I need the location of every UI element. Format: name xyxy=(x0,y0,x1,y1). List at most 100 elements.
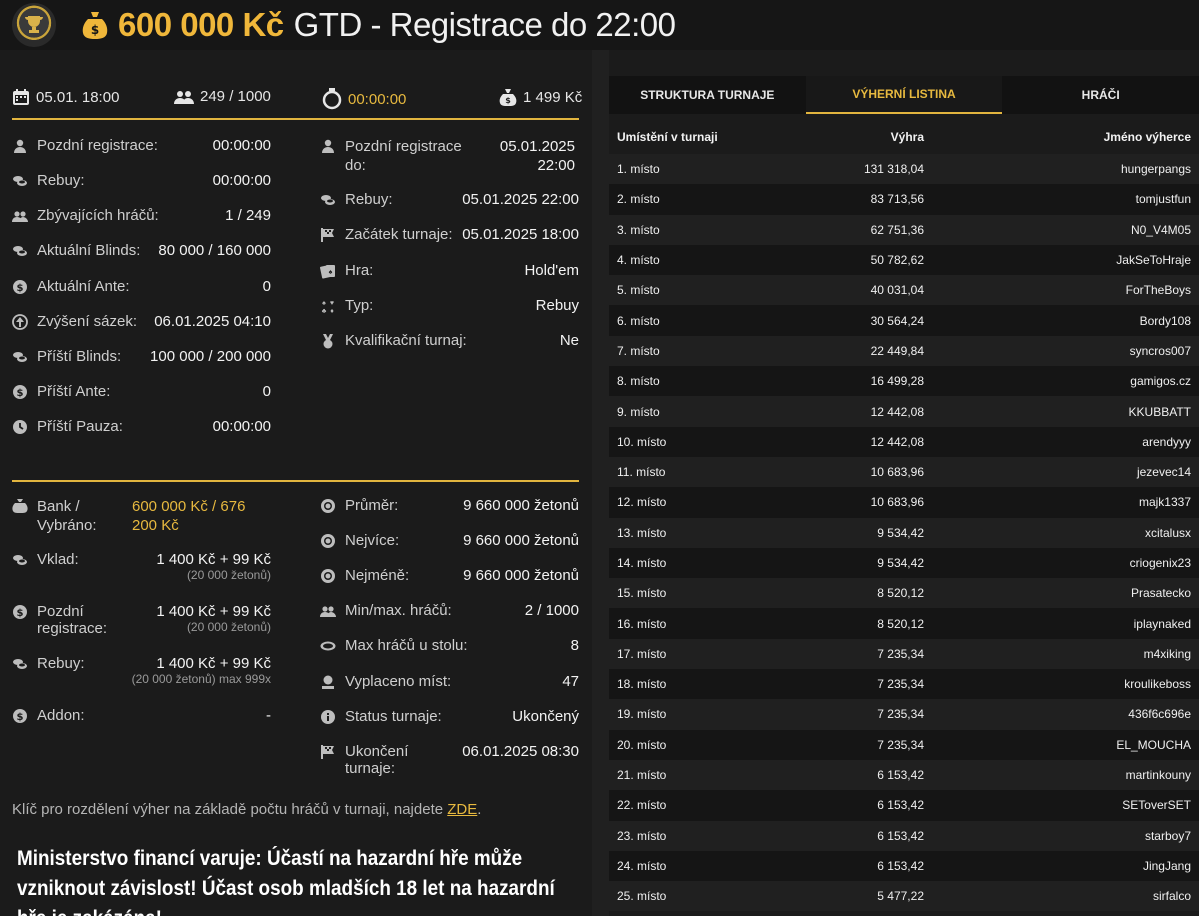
money-bag-icon: $ xyxy=(499,89,517,106)
table-row: 21. místo 6 153,42 martinkouny xyxy=(609,759,1199,791)
prize-cell: 6 153,42 xyxy=(877,858,924,873)
arrow-up-icon xyxy=(12,314,28,330)
tab-structure[interactable]: Struktura turnaje xyxy=(609,76,806,114)
info-row: Zbývajících hráčů: 1 / 249 xyxy=(12,207,271,224)
winner-cell: sirfalco xyxy=(1152,889,1191,904)
chip-icon xyxy=(321,569,335,583)
table-row: 1. místo 131 318,04 hungerpangs xyxy=(609,154,1199,185)
info-label: Vyplaceno míst: xyxy=(345,673,452,690)
info-value-group: 100 000 / 200 000 xyxy=(150,348,271,365)
info-value: 05.01.2025 22:00 xyxy=(462,191,579,208)
prize-cell: 50 782,62 xyxy=(870,253,924,268)
info-row: Rebuy: 05.01.2025 22:00 xyxy=(320,191,579,208)
tournament-info-panel: 05.01. 18:00 249 / 1000 00:00:00 $ 1 499… xyxy=(0,76,592,916)
prize-cell: 7 235,34 xyxy=(877,707,924,722)
place-cell: 15. místo xyxy=(617,586,667,601)
winner-cell: majk1337 xyxy=(1138,495,1191,510)
info-label: Začátek turnaje: xyxy=(345,226,453,243)
info-value-group: Hold'em xyxy=(524,262,579,279)
tab-payouts[interactable]: Výherní listina xyxy=(805,76,1003,114)
table-row: 10. místo 12 442,08 arendyyy xyxy=(609,426,1199,457)
info-label: Příští Blinds: xyxy=(37,348,122,365)
info-row: Ukončení turnaje: 06.01.2025 08:30 xyxy=(320,743,579,777)
info-value: 05.01.2025 18:00 xyxy=(462,226,579,243)
table-row: 9. místo 12 442,08 KKUBBATT xyxy=(609,396,1199,427)
info-label: Addon: xyxy=(37,707,85,724)
place-cell: 5. místo xyxy=(617,283,660,298)
prize-cell: 6 153,42 xyxy=(877,768,924,783)
coins-icon xyxy=(13,176,27,186)
players-count: 249 / 1000 xyxy=(200,88,271,105)
info-value-group: 00:00:00 xyxy=(213,137,271,154)
info-label: Rebuy: xyxy=(37,172,85,189)
place-cell: 7. místo xyxy=(617,343,660,358)
info-row: Začátek turnaje: 05.01.2025 18:00 xyxy=(320,226,579,243)
info-row: Bank / Vybráno: 600 000 Kč / 676 200 Kč xyxy=(12,497,271,535)
info-value: 9 660 000 žetonů xyxy=(463,532,579,549)
prize-cell: 9 534,42 xyxy=(877,556,924,570)
table-row: 18. místo 7 235,34 kroulikeboss xyxy=(609,669,1199,700)
winner-cell: gamigos.cz xyxy=(1130,374,1191,389)
table-header: Umístění v turnaji Výhra Jméno výherce xyxy=(609,122,1199,152)
start-date-stat: 05.01. 18:00 xyxy=(12,88,119,106)
info-row: $ Aktuální Ante: 0 xyxy=(12,278,271,295)
tab-players[interactable]: Hráči xyxy=(1002,76,1199,114)
winner-cell: Bordy108 xyxy=(1139,313,1191,328)
table-row: 20. místo 7 235,34 EL_MOUCHA xyxy=(609,729,1199,760)
info-icon xyxy=(321,710,335,724)
info-value-group: 05.01.2025 22:00 xyxy=(465,137,575,175)
gambling-warning: Ministerstvo financí varuje: Účastí na h… xyxy=(17,847,555,916)
info-row: Pozdní registrace do: 05.01.2025 22:00 xyxy=(320,137,579,175)
table-row: 25. místo 5 477,22 sirfalco xyxy=(609,881,1199,912)
prize-cell: 8 520,12 xyxy=(877,616,924,631)
poker-chip-trophy-icon[interactable] xyxy=(12,3,56,47)
place-cell: 4. místo xyxy=(617,253,660,268)
user-icon xyxy=(14,139,26,153)
info-value-group: Ukončený xyxy=(512,708,579,725)
info-value-group: 06.01.2025 08:30 xyxy=(462,743,579,777)
prize-cell: 16 499,28 xyxy=(870,374,924,389)
winner-cell: martinkouny xyxy=(1125,768,1191,783)
info-value: 100 000 / 200 000 xyxy=(150,348,271,365)
info-label: Průměr: xyxy=(345,497,399,514)
info-value-group: - xyxy=(266,707,271,724)
info-value-group: 9 660 000 žetonů xyxy=(463,532,579,549)
info-row: Kvalifikační turnaj: Ne xyxy=(320,332,579,349)
flag-icon xyxy=(321,745,334,759)
dollar-icon: $ xyxy=(13,605,27,619)
table-icon xyxy=(320,641,336,651)
info-row: Max hráčů u stolu: 8 xyxy=(320,637,579,654)
timer-value: 00:00:00 xyxy=(348,90,407,108)
winner-cell: hungerpangs xyxy=(1120,162,1191,177)
payout-key-link[interactable]: ZDE xyxy=(447,801,477,818)
prize-cell: 12 442,08 xyxy=(870,434,924,449)
place-cell: 24. místo xyxy=(617,858,667,873)
svg-text:♦: ♦ xyxy=(330,308,334,314)
info-value-group: Ne xyxy=(560,332,579,349)
table-row: 7. místo 22 449,84 syncros007 xyxy=(609,335,1199,367)
info-label: Max hráčů u stolu: xyxy=(345,637,468,654)
info-row: Min/max. hráčů: 2 / 1000 xyxy=(320,602,579,619)
winner-cell: jezevec14 xyxy=(1136,465,1191,480)
table-row: 4. místo 50 782,62 JakSeToHraje xyxy=(609,244,1199,276)
info-value-group: 00:00:00 xyxy=(213,172,271,189)
svg-text:$: $ xyxy=(17,283,24,294)
info-value: - xyxy=(266,707,271,724)
place-cell: 20. místo xyxy=(617,737,667,752)
winner-cell: Prasatecko xyxy=(1130,586,1191,601)
calendar-icon xyxy=(13,89,29,105)
svg-text:$: $ xyxy=(17,388,24,399)
info-value-group: 05.01.2025 22:00 xyxy=(462,191,579,208)
info-value: 1 400 Kč + 99 Kč xyxy=(156,603,271,620)
info-value: 00:00:00 xyxy=(212,137,271,154)
info-row: $ Addon: - xyxy=(12,707,271,724)
users-icon xyxy=(174,90,194,104)
info-label: Hra: xyxy=(345,262,374,279)
prize-cell: 30 564,24 xyxy=(870,313,924,328)
info-label: Status turnaje: xyxy=(345,708,442,725)
prize-cell: 5 477,22 xyxy=(877,889,924,904)
winner-cell: JakSeToHraje xyxy=(1116,253,1191,268)
info-label: Typ: xyxy=(345,297,374,314)
chip-icon xyxy=(321,534,335,548)
prize-cell: 9 534,42 xyxy=(877,525,924,540)
